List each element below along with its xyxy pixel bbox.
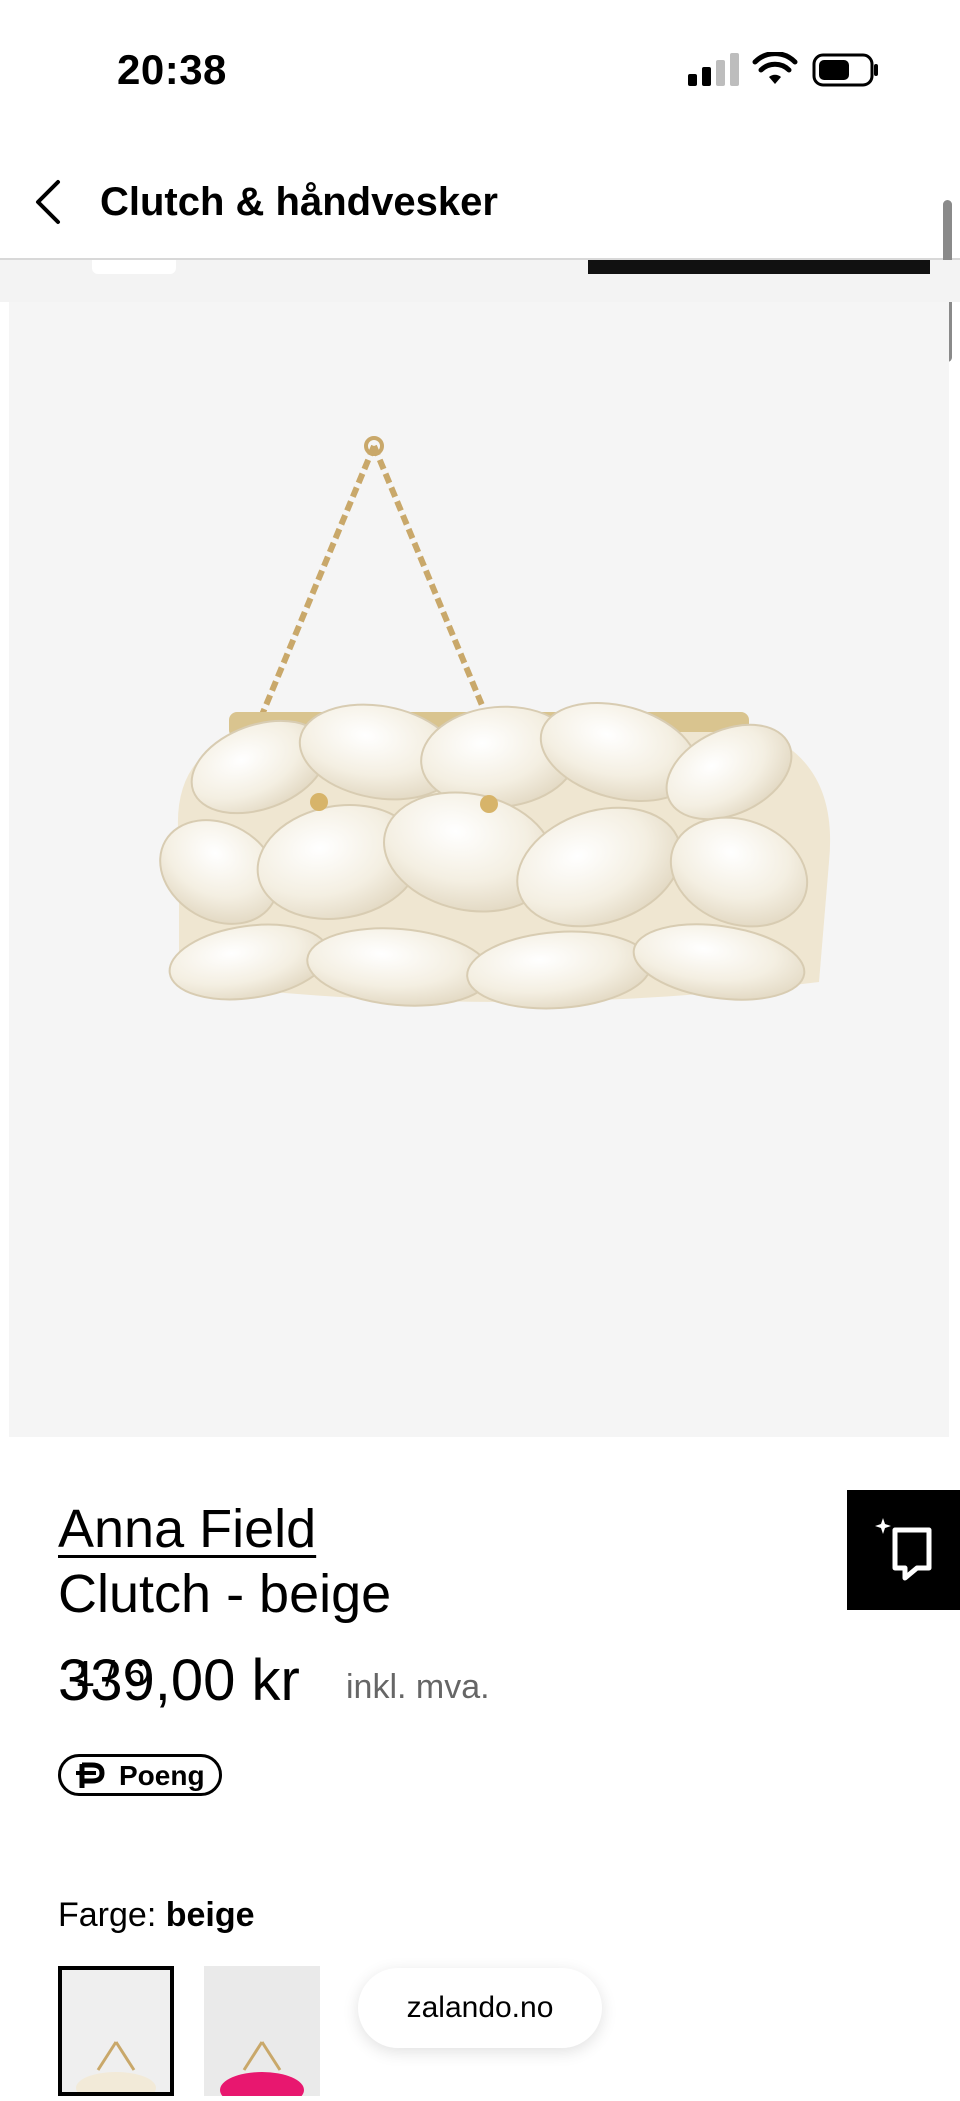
battery-icon <box>812 53 878 87</box>
product-name: Clutch - beige <box>58 1564 392 1624</box>
top-app-bar: Clutch & håndvesker <box>0 140 960 260</box>
signal-icon <box>688 53 739 86</box>
product-price: 339,00 kr <box>58 1648 300 1713</box>
back-button[interactable] <box>28 176 72 228</box>
status-time: 20:38 <box>117 46 227 93</box>
back-chevron-icon <box>36 180 60 224</box>
swatch-thumbnail <box>220 2041 304 2101</box>
points-label: Poeng <box>119 1760 205 1791</box>
vat-note: inkl. mva. <box>346 1668 490 1706</box>
brand-link[interactable]: Anna Field <box>58 1498 316 1560</box>
page-title: Clutch & håndvesker <box>100 180 498 224</box>
product-image <box>159 436 831 1010</box>
sticky-product-strip <box>0 260 960 302</box>
points-p-icon <box>76 1762 105 1788</box>
color-label-text: Farge: <box>58 1896 166 1934</box>
browser-url-pill[interactable]: zalando.no <box>358 1968 602 2048</box>
ai-sparkle-chat-icon <box>875 1518 932 1581</box>
color-swatch-beige[interactable] <box>58 1966 174 2101</box>
swatch-thumbnail <box>76 2041 156 2101</box>
strip-thumbnail <box>92 260 176 274</box>
color-selector-label: Farge: beige <box>58 1896 255 1935</box>
color-value: beige <box>165 1896 255 1934</box>
product-image-gallery[interactable]: 1 / 6 <box>9 302 960 1694</box>
strip-add-to-cart-bar[interactable] <box>588 260 930 274</box>
color-swatch-pink[interactable] <box>204 1966 320 2101</box>
wifi-icon <box>752 52 798 84</box>
status-bar: 20:38 <box>0 0 960 140</box>
ai-assistant-button[interactable] <box>847 1490 960 1610</box>
points-badge[interactable]: Poeng <box>58 1754 222 1796</box>
